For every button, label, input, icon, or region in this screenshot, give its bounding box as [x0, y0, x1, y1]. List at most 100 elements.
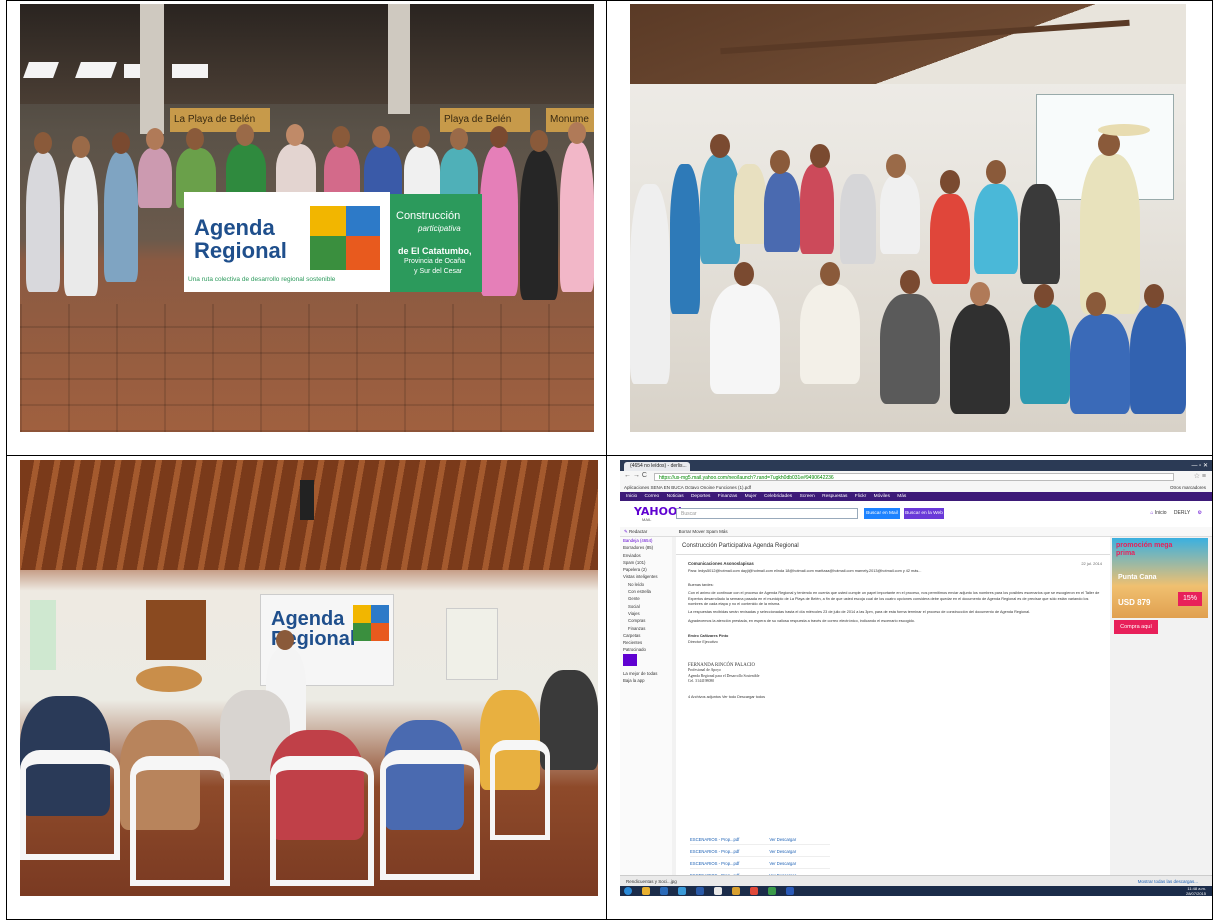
other-bookmarks[interactable]: Otros marcadores	[1170, 483, 1206, 492]
nav-item[interactable]: Respuestas	[822, 494, 847, 499]
sidebar-item[interactable]: Carpetas	[620, 632, 672, 639]
nav-item[interactable]: Deportes	[691, 494, 710, 499]
nav-item[interactable]: Finanzas	[718, 494, 737, 499]
app-icon[interactable]	[660, 887, 668, 895]
windows-taskbar: 11:48 a.m. 28/07/2015	[620, 886, 1212, 896]
sidebar-item[interactable]: Viajes	[620, 610, 672, 617]
photo-workshop: Agenda Regional	[20, 460, 598, 896]
message-pane: Construcción Participativa Agenda Region…	[676, 537, 1110, 882]
sidebar-item[interactable]: Borradores (85)	[620, 544, 672, 551]
compose-button[interactable]: Redactar	[629, 529, 647, 534]
sidebar-item[interactable]: Compras	[620, 617, 672, 624]
banner-right-1: Construcción	[396, 210, 461, 222]
nav-item[interactable]: Mujer	[745, 494, 757, 499]
sidebar-item[interactable]: No leído	[620, 581, 672, 588]
banner-title-1: Agenda	[194, 215, 275, 240]
crowd	[630, 124, 1186, 432]
nav-item[interactable]: Móviles	[874, 494, 890, 499]
app-icon[interactable]	[732, 887, 740, 895]
agenda-regional-banner: Agenda Regional Una ruta colectiva de de…	[184, 192, 390, 292]
sidebar-item[interactable]: Papelera (2)	[620, 566, 672, 573]
banner-right-4: Provincia de Ocaña	[404, 258, 466, 265]
construccion-banner: Construcción participativa de El Catatum…	[390, 194, 482, 292]
system-clock[interactable]: 11:48 a.m. 28/07/2015	[1186, 886, 1206, 896]
attachment-item[interactable]: ESCENARIOS - Prop...pdfVer Descargar	[690, 847, 830, 857]
sidebar-item[interactable]: Baja la app	[620, 677, 672, 684]
compose-icon[interactable]: ✎	[624, 529, 628, 534]
nav-item[interactable]: Correo	[645, 494, 660, 499]
search-input[interactable]: Buscar	[676, 508, 858, 519]
star-icon[interactable]: ☆ ≡	[1194, 472, 1206, 480]
browser-tabbar: (4654 no leídos) - derlis... — ▫ ✕	[620, 460, 1212, 471]
photo-group-banner: La Playa de Belén Playa de Belén Monume	[20, 4, 594, 432]
sidebar-item[interactable]: Con estrella	[620, 588, 672, 595]
grid-line	[6, 455, 1213, 456]
banner-tagline: Una ruta colectiva de desarrollo regiona…	[188, 276, 336, 283]
address-bar[interactable]: https://us-mg5.mail.yahoo.com/neo/launch…	[654, 473, 1174, 481]
projection-title-1: Agenda	[271, 608, 345, 630]
recipients[interactable]: Para: ledys5012@hotmail.com dayji@hotmai…	[688, 569, 1048, 574]
nav-item[interactable]: Celebridades	[764, 494, 792, 499]
sidebar-item[interactable]: Spam (101)	[620, 559, 672, 566]
paragraph: Con el animo de continuar con el proceso…	[688, 591, 1100, 607]
advertisement[interactable]: promoción mega prima Punta Cana USD 879 …	[1112, 538, 1208, 642]
sidebar-item[interactable]: Enviados	[620, 552, 672, 559]
sidebar-item[interactable]: La mejor de todas	[620, 670, 672, 677]
sidebar-item: Patrocinado	[623, 647, 646, 653]
grid-line	[1212, 0, 1213, 920]
search-mail-button[interactable]: Buscar en Mail	[864, 508, 900, 519]
attachment-item[interactable]: ESCENARIOS - Prop...pdfVer Descargar	[690, 859, 830, 869]
nav-item[interactable]: Flickr	[855, 494, 866, 499]
banner-right-2: participativa	[418, 224, 461, 233]
chrome-icon[interactable]	[750, 887, 758, 895]
sender[interactable]: Comunicaciones Asonoslapisas	[688, 561, 1102, 566]
ad-price: USD 879	[1118, 598, 1151, 607]
ad-text: promoción mega prima	[1116, 542, 1173, 557]
user-menu[interactable]: ⌂ Inicio DERLY ⚙	[1150, 510, 1202, 516]
paragraph: La respuestas recibidas serán revisadas …	[688, 610, 1031, 615]
yahoo-nav: Inicio Correo Noticias Deportes Finanzas…	[620, 492, 1212, 501]
yahoo-mail-screenshot: (4654 no leídos) - derlis... — ▫ ✕ ← → C…	[620, 460, 1212, 896]
toolbar-actions[interactable]: Borrar Mover Spam Más	[679, 529, 728, 534]
home-link[interactable]: Inicio	[1155, 510, 1167, 516]
user-name[interactable]: DERLY	[1174, 510, 1190, 516]
app-icon[interactable]	[678, 887, 686, 895]
photo-grid: La Playa de Belén Playa de Belén Monume	[0, 0, 1217, 920]
nav-arrows-icon[interactable]: ← → C	[624, 472, 647, 479]
gear-icon[interactable]: ⚙	[1198, 510, 1202, 516]
sidebar-item[interactable]: Gente	[620, 595, 672, 602]
app-icon[interactable]	[696, 887, 704, 895]
yahoo-logo-sub: MAIL	[642, 517, 652, 522]
nav-item[interactable]: Inicio	[626, 494, 637, 499]
bookmarks[interactable]: Aplicaciones SENA EN BUCA Octavo Onoine …	[624, 485, 751, 490]
start-icon[interactable]	[624, 887, 632, 895]
attachments-header[interactable]: 4 Archivos adjuntos Ver todo Descargar t…	[688, 695, 1102, 700]
message-body: Comunicaciones Asonoslapisas Para: ledys…	[688, 561, 1102, 703]
sidebar-item[interactable]: Bandeja (4654)	[620, 537, 672, 544]
download-file[interactable]: Rendicuentas y Soci...jpg	[626, 879, 677, 884]
browser-tab[interactable]: (4654 no leídos) - derlis...	[624, 462, 690, 471]
ad-text: Punta Cana	[1118, 574, 1157, 581]
sidebar-item[interactable]: Recientes	[620, 639, 672, 646]
app-icon[interactable]	[768, 887, 776, 895]
nav-item[interactable]: Screen	[800, 494, 815, 499]
photo-seated-group	[630, 4, 1186, 432]
paragraph: Agradecemos la atención prestada, en esp…	[688, 618, 915, 623]
mail-sidebar: Bandeja (4654) Borradores (85) Enviados …	[620, 537, 672, 877]
sidebar-item[interactable]: Social	[620, 603, 672, 610]
attachment-item[interactable]: ESCENARIOS - Prop...pdfVer Descargar	[690, 835, 830, 845]
search-web-button[interactable]: Buscar en la Web	[904, 508, 944, 519]
grid-line	[6, 0, 1213, 1]
window-controls[interactable]: — ▫ ✕	[1192, 462, 1209, 469]
word-icon[interactable]	[786, 887, 794, 895]
app-icon[interactable]	[714, 887, 722, 895]
home-icon[interactable]: ⌂	[1150, 510, 1153, 516]
yahoo-header: YAHOO! MAIL Buscar Buscar en Mail Buscar…	[620, 501, 1212, 527]
sidebar-item[interactable]: Vistas inteligentes	[620, 573, 672, 580]
sponsored-icon[interactable]	[623, 653, 637, 666]
nav-item[interactable]: Noticias	[667, 494, 684, 499]
sidebar-item[interactable]: Finanzas	[620, 625, 672, 632]
ad-button[interactable]: Compra aquí	[1114, 620, 1158, 634]
nav-item[interactable]: Más	[897, 494, 906, 499]
app-icon[interactable]	[642, 887, 650, 895]
